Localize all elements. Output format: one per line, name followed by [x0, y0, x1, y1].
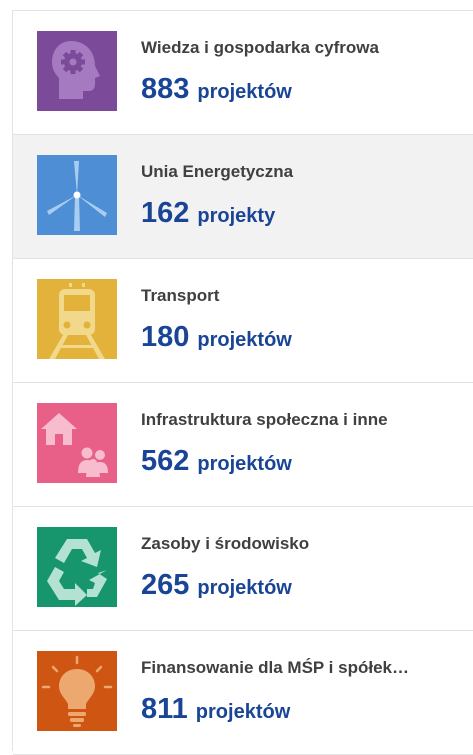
count-unit: projekty [197, 205, 276, 227]
project-count: 180 projektów [141, 321, 292, 354]
category-title: Infrastruktura społeczna i inne [141, 410, 388, 429]
category-title: Transport [141, 286, 220, 305]
count-unit: projektów [195, 701, 291, 723]
wind-turbine-icon [37, 155, 117, 235]
lightbulb-icon [37, 651, 117, 731]
project-count: 811 projektów [141, 693, 290, 726]
count-unit: projektów [197, 577, 292, 599]
category-title: Unia Energetyczna [141, 162, 294, 181]
category-list: Wiedza i gospodarka cyfrowa 883 projektów… [12, 10, 473, 755]
category-title: Zasoby i środowisko [141, 534, 310, 553]
project-count: 883 projektów [141, 73, 292, 106]
category-title: Wiedza i gospodarka cyfrowa [141, 38, 379, 57]
project-count: 265 projektów [141, 569, 292, 602]
count-unit: projektów [197, 329, 292, 351]
count-unit: projektów [197, 81, 292, 103]
count-value: 811 [141, 693, 188, 725]
category-row-energy-union[interactable]: Unia Energetyczna 162 projekty [13, 135, 473, 259]
house-people-icon [37, 403, 117, 483]
count-value: 265 [141, 569, 190, 601]
count-unit: projektów [197, 453, 292, 475]
train-icon [37, 279, 117, 359]
category-row-transport[interactable]: Transport 180 projektów [13, 259, 473, 383]
count-value: 180 [141, 321, 190, 353]
category-row-knowledge-digital[interactable]: Wiedza i gospodarka cyfrowa 883 projektów [13, 11, 473, 135]
category-row-sme-financing[interactable]: Finansowanie dla MŚP i spółek… 811 projek… [13, 631, 473, 755]
project-count: 162 projekty [141, 197, 275, 230]
count-value: 162 [141, 197, 190, 229]
head-gear-icon [37, 31, 117, 111]
category-row-resources-environment[interactable]: Zasoby i środowisko 265 projektów [13, 507, 473, 631]
category-row-social-infrastructure[interactable]: Infrastruktura społeczna i inne 562 proje… [13, 383, 473, 507]
project-count: 562 projektów [141, 445, 292, 478]
count-value: 562 [141, 445, 190, 477]
category-title: Finansowanie dla MŚP i spółek… [141, 658, 409, 677]
recycle-icon [37, 527, 117, 607]
count-value: 883 [141, 73, 190, 105]
